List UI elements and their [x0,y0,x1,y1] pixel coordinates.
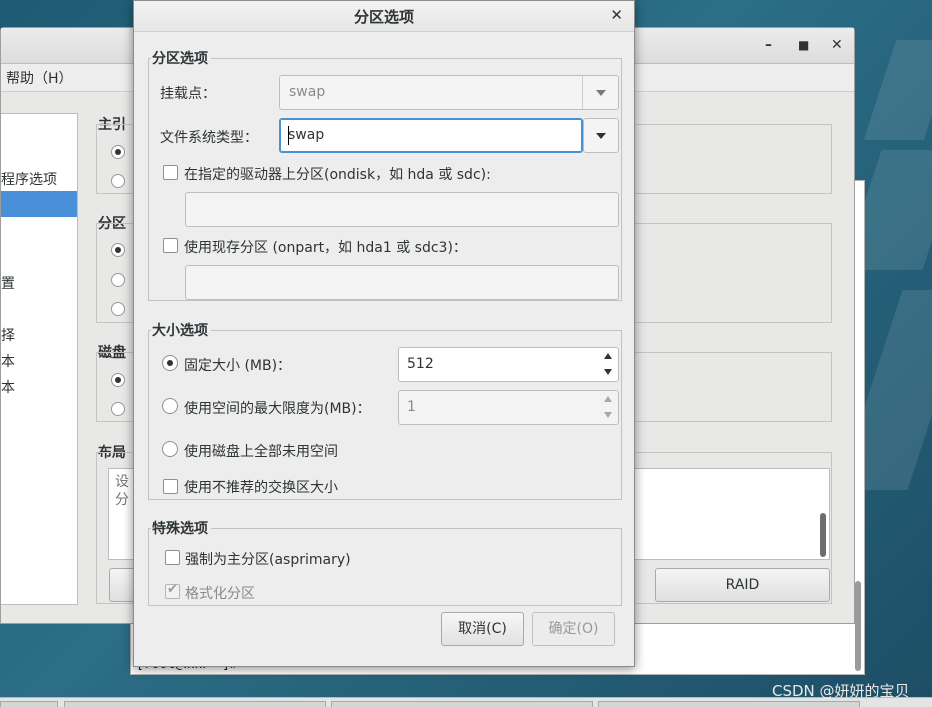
taskbar-item[interactable] [0,701,58,707]
bootloader-radio[interactable] [111,174,125,188]
list-item[interactable]: 分 [115,489,129,509]
onpart-checkbox[interactable] [163,238,178,253]
asprimary-label: 强制为主分区(asprimary) [185,552,351,568]
terminal-scrollbar[interactable] [855,581,861,671]
special-options-title: 特殊选项 [151,518,211,538]
taskbar-item[interactable] [64,701,326,707]
fixed-size-value: 512 [407,356,434,372]
recommended-swap-label: 使用不推荐的交换区大小 [184,480,338,496]
category-list[interactable]: 程序选项 置 择 本 本 [1,113,78,605]
category-item[interactable]: 本 [1,351,15,371]
format-label: 格式化分区 [185,586,255,602]
watermark: CSDN @妍妍的宝贝 [772,682,910,700]
fs-type-dropdown[interactable] [583,118,619,153]
fixed-size-label: 固定大小 (MB)： [184,358,292,374]
partition-options-dialog: 分区选项 ✕ 分区选项 挂载点： swap 文件系统类型： swap 在指定的驱… [133,0,635,667]
taskbar-item[interactable] [331,701,593,707]
max-size-value: 1 [407,399,416,415]
dialog-titlebar: 分区选项 ✕ [134,1,634,32]
maximize-icon[interactable]: ■ [798,38,809,52]
spinner-arrows[interactable] [600,391,618,424]
fill-disk-label: 使用磁盘上全部未用空间 [184,444,338,460]
list-item[interactable]: 设 [115,471,129,491]
ondisk-input[interactable] [185,192,619,227]
decrement-icon[interactable] [604,369,612,375]
partition-options-title: 分区选项 [151,48,211,68]
category-item[interactable]: 程序选项 [1,169,57,189]
dialog-title: 分区选项 [353,8,414,26]
increment-icon[interactable] [604,353,612,359]
minimize-icon[interactable]: – [765,37,772,53]
fixed-size-spinner[interactable]: 512 [398,347,619,382]
desktop-stripe [863,40,932,140]
mount-point-combo[interactable]: swap [279,75,619,110]
disk-radio[interactable] [111,402,125,416]
fs-type-label: 文件系统类型： [160,130,258,146]
max-size-radio[interactable] [162,398,178,414]
text-cursor [288,126,289,145]
close-icon[interactable]: ✕ [831,37,843,53]
format-checkbox [165,582,180,599]
ok-button: 确定(O) [532,612,615,646]
close-icon[interactable]: ✕ [610,6,623,24]
mount-point-dropdown[interactable] [582,76,618,109]
category-item-selected[interactable] [1,191,77,217]
partition-radio[interactable] [111,243,125,257]
increment-icon[interactable] [604,396,612,402]
taskbar-item[interactable] [598,701,860,707]
chevron-down-icon [596,90,606,96]
menu-help[interactable]: 帮助（H） [6,68,73,88]
partition-radio[interactable] [111,302,125,316]
fill-disk-radio[interactable] [162,441,178,457]
onpart-input[interactable] [185,265,619,300]
raid-button[interactable]: RAID [655,568,830,602]
ondisk-checkbox[interactable] [163,165,178,180]
fs-type-value: swap [288,127,325,143]
category-item[interactable]: 置 [1,273,15,293]
spinner-arrows[interactable] [600,348,618,381]
ondisk-label: 在指定的驱动器上分区(ondisk，如 hda 或 sdc): [184,167,491,183]
partition-radio[interactable] [111,273,125,287]
onpart-label: 使用现存分区 (onpart，如 hda1 或 sdc3)： [184,240,467,256]
mount-point-label: 挂载点： [160,86,216,102]
category-item[interactable]: 择 [1,325,15,345]
recommended-swap-checkbox[interactable] [163,479,178,494]
size-options-title: 大小选项 [151,320,211,340]
mount-point-value: swap [289,84,326,100]
bootloader-radio[interactable] [111,145,125,159]
cancel-button[interactable]: 取消(C) [441,612,524,646]
max-size-label: 使用空间的最大限度为(MB)： [184,401,371,417]
list-scrollbar[interactable] [820,513,826,557]
decrement-icon[interactable] [604,412,612,418]
asprimary-checkbox[interactable] [165,550,180,565]
disk-radio[interactable] [111,373,125,387]
max-size-spinner[interactable]: 1 [398,390,619,425]
chevron-down-icon [596,133,606,139]
category-item[interactable]: 本 [1,377,15,397]
fs-type-input[interactable]: swap [279,118,583,153]
fixed-size-radio[interactable] [162,355,178,371]
